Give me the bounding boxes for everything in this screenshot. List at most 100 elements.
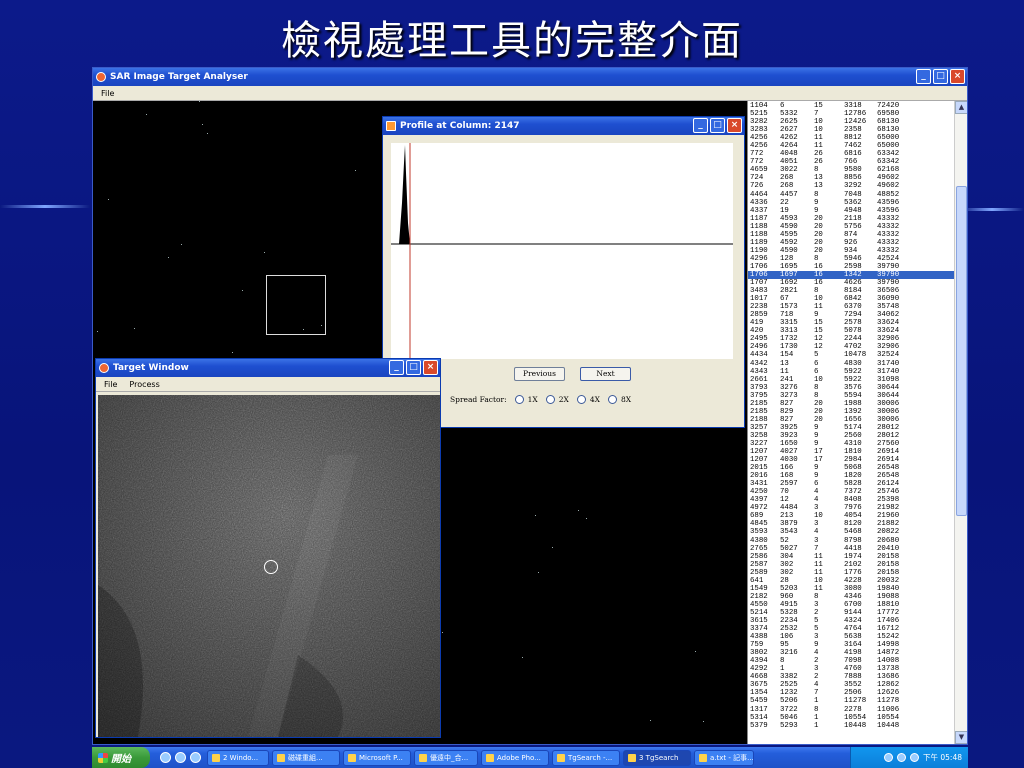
- list-item[interactable]: 5459 5206 1 11278 11278: [748, 697, 954, 705]
- taskbar-task[interactable]: Adobe Pho...: [481, 749, 549, 766]
- scroll-thumb[interactable]: [956, 186, 967, 516]
- start-button[interactable]: 開始: [92, 747, 150, 768]
- list-item[interactable]: 4845 3879 3 8120 21882: [748, 520, 954, 528]
- list-item[interactable]: 3431 2597 6 5828 26124: [748, 480, 954, 488]
- taskbar-task[interactable]: 2 Windo...: [207, 749, 269, 766]
- list-item[interactable]: 4550 4915 3 6700 18810: [748, 601, 954, 609]
- list-item[interactable]: 2182 960 8 4346 19088: [748, 593, 954, 601]
- list-item[interactable]: 3593 3543 4 5468 20822: [748, 528, 954, 536]
- quicklaunch-media-icon[interactable]: [175, 752, 186, 763]
- profile-window-titlebar[interactable]: Profile at Column: 2147 _ □ ×: [383, 117, 744, 135]
- list-item[interactable]: 4394 8 2 7098 14008: [748, 657, 954, 665]
- list-item[interactable]: 4972 4484 3 7976 21982: [748, 504, 954, 512]
- list-item[interactable]: 1207 4030 17 2984 26914: [748, 456, 954, 464]
- list-item[interactable]: 2496 1730 12 4702 32906: [748, 343, 954, 351]
- list-item[interactable]: 4342 13 6 4830 31740: [748, 360, 954, 368]
- taskbar-task[interactable]: Microsoft P...: [343, 749, 411, 766]
- radio-2x[interactable]: [545, 395, 555, 404]
- list-item[interactable]: 2185 827 20 1988 30006: [748, 400, 954, 408]
- menu-file[interactable]: File: [101, 89, 114, 98]
- target-minimize-button[interactable]: _: [389, 360, 404, 375]
- profile-minimize-button[interactable]: _: [693, 118, 708, 133]
- list-item[interactable]: 1189 4592 20 926 43332: [748, 239, 954, 247]
- list-item[interactable]: 4296 128 8 5946 42524: [748, 255, 954, 263]
- tray-network-icon[interactable]: [884, 753, 893, 762]
- list-item[interactable]: 3615 2234 5 4324 17406: [748, 617, 954, 625]
- list-item[interactable]: 1190 4590 20 934 43332: [748, 247, 954, 255]
- list-item[interactable]: 1104 6 15 3318 72420: [748, 102, 954, 110]
- list-item[interactable]: 1354 1232 7 2506 12626: [748, 689, 954, 697]
- list-item[interactable]: 2859 718 9 7294 34062: [748, 311, 954, 319]
- list-item[interactable]: 4464 4457 8 7048 48852: [748, 191, 954, 199]
- list-item[interactable]: 3227 1650 9 4310 27560: [748, 440, 954, 448]
- list-item[interactable]: 772 4051 26 766 63342: [748, 158, 954, 166]
- taskbar-task[interactable]: a.txt - 記事...: [694, 749, 754, 766]
- list-item[interactable]: 4250 70 4 7372 25746: [748, 488, 954, 496]
- main-window-titlebar[interactable]: SAR Image Target Analyser _ □ ×: [93, 68, 967, 86]
- taskbar-task[interactable]: 優遠中_合...: [414, 749, 478, 766]
- list-item[interactable]: 4337 19 9 4948 43596: [748, 207, 954, 215]
- list-item[interactable]: 3802 3216 4 4198 14872: [748, 649, 954, 657]
- list-item[interactable]: 2586 304 11 1974 20158: [748, 553, 954, 561]
- list-item[interactable]: 3483 2821 8 8184 36506: [748, 287, 954, 295]
- list-item[interactable]: 641 28 10 4228 20032: [748, 577, 954, 585]
- list-item[interactable]: 1017 67 10 6842 36090: [748, 295, 954, 303]
- list-item[interactable]: 4434 154 5 10478 32524: [748, 351, 954, 359]
- list-item[interactable]: 2765 5027 7 4418 20410: [748, 545, 954, 553]
- list-item[interactable]: 3258 3923 9 2560 28012: [748, 432, 954, 440]
- list-item[interactable]: 3793 3276 8 3576 30644: [748, 384, 954, 392]
- list-item[interactable]: 5314 5046 1 10554 10554: [748, 714, 954, 722]
- taskbar-task[interactable]: TgSearch -...: [552, 749, 620, 766]
- radio-4x[interactable]: [576, 395, 586, 404]
- list-item[interactable]: 5215 5332 7 12786 69580: [748, 110, 954, 118]
- list-item[interactable]: 4380 52 3 8798 20680: [748, 537, 954, 545]
- list-item[interactable]: 2188 827 20 1656 30006: [748, 416, 954, 424]
- list-item[interactable]: 4343 11 6 5922 31740: [748, 368, 954, 376]
- list-item[interactable]: 420 3313 15 5078 33624: [748, 327, 954, 335]
- list-item[interactable]: 3283 2627 10 2358 68130: [748, 126, 954, 134]
- list-scrollbar[interactable]: ▲ ▼: [954, 101, 967, 744]
- list-item[interactable]: 724 268 13 8856 49602: [748, 174, 954, 182]
- list-item[interactable]: 1207 4027 17 1810 26914: [748, 448, 954, 456]
- target-menu-process[interactable]: Process: [129, 380, 159, 389]
- list-item[interactable]: 4256 4264 11 7462 65000: [748, 142, 954, 150]
- list-item[interactable]: 772 4048 26 6816 63342: [748, 150, 954, 158]
- profile-close-button[interactable]: ×: [727, 118, 742, 133]
- list-item[interactable]: 4256 4262 11 8812 65000: [748, 134, 954, 142]
- list-item[interactable]: 4336 22 9 5362 43596: [748, 199, 954, 207]
- list-item[interactable]: 2016 168 9 1820 26548: [748, 472, 954, 480]
- target-image[interactable]: [98, 395, 440, 737]
- list-item[interactable]: 1706 1695 16 2598 39790: [748, 263, 954, 271]
- tray-help-icon[interactable]: [910, 753, 919, 762]
- profile-maximize-button[interactable]: □: [710, 118, 725, 133]
- list-item[interactable]: 2587 302 11 2102 20158: [748, 561, 954, 569]
- list-item[interactable]: 1549 5203 11 3080 19840: [748, 585, 954, 593]
- maximize-button[interactable]: □: [933, 69, 948, 84]
- list-item[interactable]: 5214 5328 2 9144 17772: [748, 609, 954, 617]
- list-item[interactable]: 759 95 9 3164 14998: [748, 641, 954, 649]
- target-maximize-button[interactable]: □: [406, 360, 421, 375]
- list-item[interactable]: 4388 106 3 5638 15242: [748, 633, 954, 641]
- tray-volume-icon[interactable]: [897, 753, 906, 762]
- list-item[interactable]: 2589 302 11 1776 20158: [748, 569, 954, 577]
- taskbar-task[interactable]: 3 TgSearch: [623, 749, 691, 766]
- list-item[interactable]: 2238 1573 11 6370 35748: [748, 303, 954, 311]
- list-item[interactable]: 1188 4595 20 874 43332: [748, 231, 954, 239]
- list-item[interactable]: 726 268 13 3292 49602: [748, 182, 954, 190]
- list-item[interactable]: 2185 829 20 1392 30006: [748, 408, 954, 416]
- target-close-button[interactable]: ×: [423, 360, 438, 375]
- list-item[interactable]: 4292 1 3 4760 13738: [748, 665, 954, 673]
- next-button[interactable]: Next: [580, 367, 631, 381]
- list-item[interactable]: 2015 166 9 5068 26548: [748, 464, 954, 472]
- taskbar-task[interactable]: 磁碟重組...: [272, 749, 340, 766]
- quicklaunch-desktop-icon[interactable]: [190, 752, 201, 763]
- list-item[interactable]: 3374 2532 5 4764 16712: [748, 625, 954, 633]
- selection-box[interactable]: [266, 275, 326, 335]
- list-item[interactable]: 2495 1732 12 2244 32906: [748, 335, 954, 343]
- list-item[interactable]: 5379 5293 1 10448 10448: [748, 722, 954, 730]
- list-item[interactable]: 4397 12 4 8408 25398: [748, 496, 954, 504]
- target-menu-file[interactable]: File: [104, 380, 117, 389]
- scroll-down-icon[interactable]: ▼: [955, 731, 967, 744]
- target-list[interactable]: 1104 6 15 3318 72420 5215 5332 7 12786 69580 3282 2…: [747, 101, 967, 744]
- list-item[interactable]: 1706 1697 16 1342 39790: [748, 270, 954, 280]
